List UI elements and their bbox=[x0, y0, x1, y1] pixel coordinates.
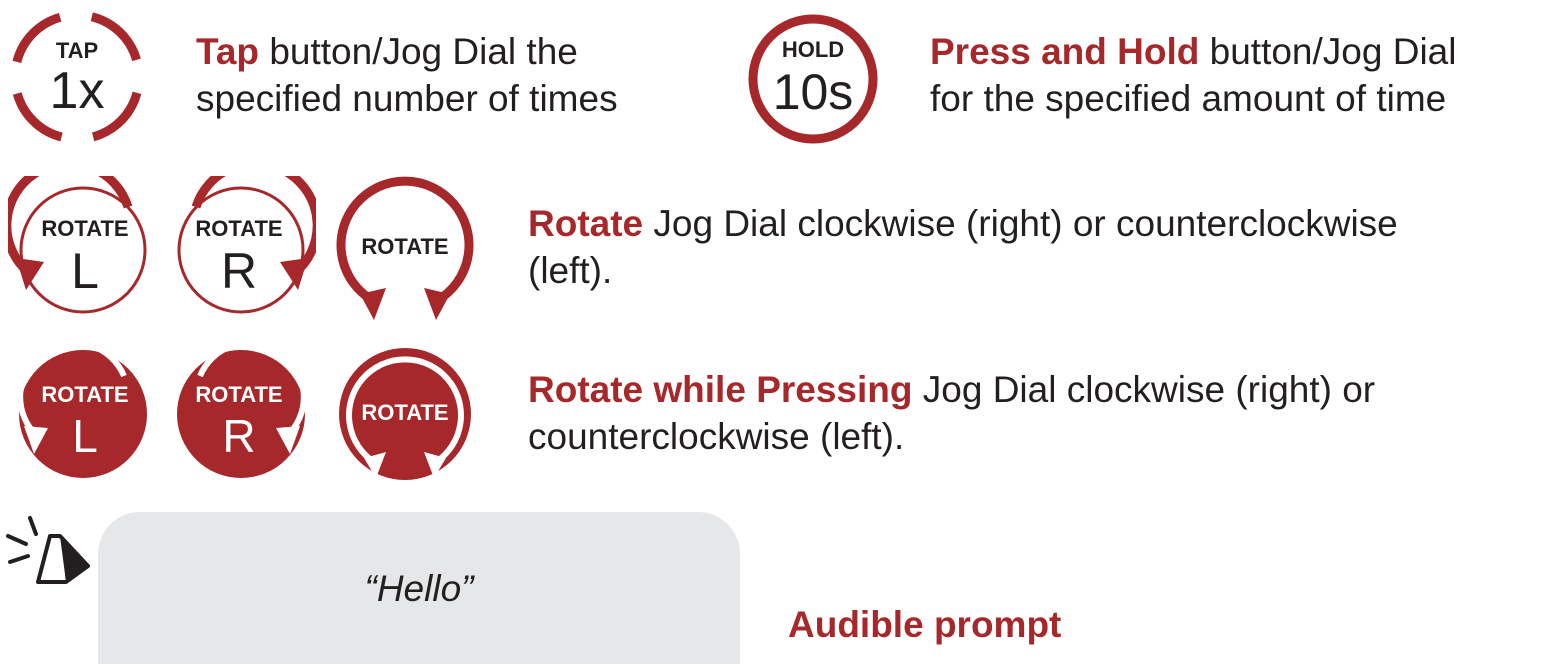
audible-prompt-bubble: “Hello” bbox=[98, 512, 740, 664]
tap-line1: button/Jog Dial the bbox=[259, 31, 578, 72]
rotate-press-keyword: Rotate while Pressing bbox=[528, 369, 913, 410]
rotate-press-both-icon: ROTATE bbox=[330, 340, 480, 490]
rotate-press-line1: Jog Dial clockwise (right) or bbox=[912, 369, 1376, 410]
tap-description: Tap button/Jog Dial the specified number… bbox=[196, 28, 618, 122]
speaker-icon bbox=[0, 506, 100, 592]
rotate-left-label: ROTATE bbox=[41, 216, 128, 241]
rotate-left-letter: L bbox=[71, 243, 99, 299]
tap-icon-count: 1x bbox=[50, 62, 105, 120]
audible-prompt-quote: “Hello” bbox=[364, 568, 474, 609]
tap-1x-icon: TAP 1x bbox=[4, 4, 150, 150]
rotate-right-icon: ROTATE R bbox=[166, 176, 316, 326]
rotate-press-left-letter: L bbox=[72, 410, 98, 462]
rotate-description: Rotate Jog Dial clockwise (right) or cou… bbox=[528, 200, 1398, 294]
rotate-both-label: ROTATE bbox=[361, 234, 448, 259]
hold-line1: button/Jog Dial bbox=[1199, 31, 1457, 72]
rotate-press-line2: counterclockwise (left). bbox=[528, 416, 905, 457]
rotate-left-icon: ROTATE L bbox=[8, 176, 158, 326]
rotate-press-description: Rotate while Pressing Jog Dial clockwise… bbox=[528, 366, 1375, 460]
hold-line2: for the specified amount of time bbox=[930, 78, 1447, 119]
hold-10s-icon: HOLD 10s bbox=[746, 12, 880, 146]
rotate-press-right-letter: R bbox=[222, 410, 255, 462]
tap-keyword: Tap bbox=[196, 31, 260, 72]
rotate-press-right-label: ROTATE bbox=[195, 382, 282, 407]
hold-icon-label: HOLD bbox=[782, 37, 844, 62]
rotate-keyword: Rotate bbox=[528, 203, 644, 244]
rotate-press-right-icon: ROTATE R bbox=[166, 340, 316, 490]
rotate-line1: Jog Dial clockwise (right) or counterclo… bbox=[643, 203, 1398, 244]
hold-icon-duration: 10s bbox=[773, 64, 854, 120]
rotate-press-both-label: ROTATE bbox=[361, 400, 448, 425]
tap-icon-label: TAP bbox=[56, 38, 98, 63]
rotate-line2: (left). bbox=[528, 250, 613, 291]
hold-description: Press and Hold button/Jog Dial for the s… bbox=[930, 28, 1456, 122]
rotate-both-icon: ROTATE bbox=[330, 172, 480, 322]
rotate-right-letter: R bbox=[221, 243, 257, 299]
rotate-press-left-icon: ROTATE L bbox=[8, 340, 158, 490]
rotate-press-left-label: ROTATE bbox=[41, 382, 128, 407]
audible-prompt-label: Audible prompt bbox=[788, 604, 1062, 645]
rotate-right-label: ROTATE bbox=[195, 216, 282, 241]
hold-keyword: Press and Hold bbox=[930, 31, 1200, 72]
tap-line2: specified number of times bbox=[196, 78, 618, 119]
